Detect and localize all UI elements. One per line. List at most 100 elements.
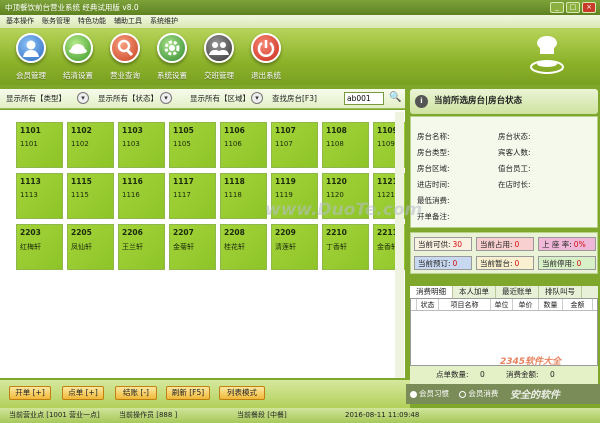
menu-tools[interactable]: 辅助工具 (114, 15, 142, 28)
table-name: 1121 (377, 191, 395, 199)
table-cell[interactable]: 1117 1117 (169, 173, 216, 219)
table-number: 1117 (173, 177, 194, 186)
watermark: www.DuoTe.com (265, 200, 423, 220)
table-cell[interactable]: 2203 红梅轩 (16, 224, 63, 270)
menu-features[interactable]: 特色功能 (78, 15, 106, 28)
table-number: 2206 (122, 228, 143, 237)
menu-account[interactable]: 账务管理 (42, 15, 70, 28)
type-filter[interactable]: 显示所有【类型】 (6, 93, 66, 104)
area-dropdown-icon[interactable]: ▾ (251, 92, 263, 104)
table-number: 1115 (71, 177, 92, 186)
table-number: 1120 (326, 177, 347, 186)
grid-scrollbar[interactable] (395, 112, 404, 378)
business-query-button[interactable]: 营业查询 (100, 33, 150, 83)
table-name: 清莲轩 (275, 243, 296, 251)
checkout-button[interactable]: 结账 [-] (115, 386, 157, 400)
radio-checked-icon (410, 390, 417, 398)
table-name: 金菊轩 (173, 243, 194, 251)
table-name: 1103 (122, 140, 140, 148)
table-cell[interactable]: 1108 1108 (322, 122, 369, 168)
tab-queue[interactable]: 排队叫号 (539, 286, 582, 298)
status-summary: 当前可供: 30 当前占用: 0 上 座 率: 0% 当前预订: 0 当前暂台: 0 当前停用: 0 (410, 232, 598, 274)
current-shop: 当前营业点 [1001 营业一点] (9, 411, 100, 419)
table-cell[interactable]: 2210 丁香轩 (322, 224, 369, 270)
table-number: 1108 (326, 126, 347, 135)
system-settings-button[interactable]: 系统设置 (147, 33, 197, 83)
status-filter[interactable]: 显示所有【状态】 (98, 93, 158, 104)
maximize-button[interactable]: □ (566, 2, 580, 13)
tab-consumption-detail[interactable]: 消费明细 (410, 286, 453, 298)
member-habit-radio[interactable]: 会员习惯 (410, 389, 449, 398)
info-label: 房台名称: (417, 132, 450, 141)
table-name: 丁香轩 (326, 243, 347, 251)
table-cell[interactable]: 1106 1106 (220, 122, 267, 168)
table-number: 1118 (224, 177, 245, 186)
status-box: 当前停用: 0 (538, 256, 596, 270)
table-name: 桂花轩 (224, 243, 245, 251)
status-label: 上 座 率: (542, 240, 572, 249)
tab-my-orders[interactable]: 本人加单 (453, 286, 496, 298)
table-info-panel: 房台名称: 房台类型: 房台区域: 进店时间: 最低消费: 开单备注: 房台状态… (410, 116, 598, 228)
table-cell[interactable]: 2205 凤仙轩 (67, 224, 114, 270)
table-cell[interactable]: 1116 1116 (118, 173, 165, 219)
area-filter[interactable]: 显示所有【区域】 (190, 93, 250, 104)
table-cell[interactable]: 1113 1113 (16, 173, 63, 219)
radio-unchecked-icon (459, 390, 467, 398)
table-cell[interactable]: 1101 1101 (16, 122, 63, 168)
window-title: 中顶餐饮前台营业系统 经典试用版 v8.0 (5, 3, 139, 12)
table-number: 2207 (173, 228, 194, 237)
refresh-button[interactable]: 刷新 [F5] (166, 386, 210, 400)
table-cell[interactable]: 1103 1103 (118, 122, 165, 168)
watermark: 安全的软件 (510, 390, 560, 401)
search-input[interactable] (344, 92, 384, 105)
table-cell[interactable]: 1115 1115 (67, 173, 114, 219)
type-dropdown-icon[interactable]: ▾ (77, 92, 89, 104)
open-table-button[interactable]: 开单 [+] (9, 386, 51, 400)
menu-basic[interactable]: 基本操作 (6, 15, 34, 28)
table-name: 1107 (275, 140, 293, 148)
exit-system-button[interactable]: 退出系统 (241, 33, 291, 83)
close-button[interactable]: × (582, 2, 596, 13)
table-number: 2205 (71, 228, 92, 237)
shift-management-button[interactable]: 交班管理 (194, 33, 244, 83)
search-icon[interactable]: 🔍 (389, 92, 401, 103)
order-amount-value: 0 (550, 370, 555, 379)
magnifier-icon (110, 33, 140, 63)
table-cell[interactable]: 1105 1105 (169, 122, 216, 168)
table-cell[interactable]: 2207 金菊轩 (169, 224, 216, 270)
menu-system[interactable]: 系统维护 (150, 15, 178, 28)
minimize-button[interactable]: _ (550, 2, 564, 13)
member-button[interactable]: 会员管理 (6, 33, 56, 83)
status-box: 当前占用: 0 (476, 237, 534, 251)
search-label: 查找房台[F3] (272, 94, 317, 103)
table-name: 凤仙轩 (71, 243, 92, 251)
info-icon: i (415, 95, 428, 108)
status-value: 0 (514, 240, 520, 249)
checkout-settings-button[interactable]: 结清设置 (53, 33, 103, 83)
column-header: 单价 (513, 299, 539, 310)
status-value: 0% (573, 240, 586, 249)
filter-bar: 显示所有【类型】 ▾ 显示所有【状态】 ▾ 显示所有【区域】 ▾ 查找房台[F3… (0, 89, 405, 109)
order-amount-label: 消费金额: (506, 370, 539, 379)
current-meal: 当前餐段 [中餐] (237, 411, 287, 419)
gear-icon (157, 33, 187, 63)
order-button[interactable]: 点单 [+] (62, 386, 104, 400)
table-cell[interactable]: 2209 清莲轩 (271, 224, 318, 270)
table-cell[interactable]: 1102 1102 (67, 122, 114, 168)
info-label: 房台类型: (417, 148, 450, 157)
status-label: 当前暂台: (480, 259, 513, 268)
table-cell[interactable]: 1107 1107 (271, 122, 318, 168)
table-number: 1103 (122, 126, 143, 135)
table-name: 1101 (20, 140, 38, 148)
table-cell[interactable]: 1118 1118 (220, 173, 267, 219)
tab-recent-bills[interactable]: 最近账单 (496, 286, 539, 298)
table-name: 1113 (20, 191, 38, 199)
table-cell[interactable]: 2208 桂花轩 (220, 224, 267, 270)
table-name: 红梅轩 (20, 243, 41, 251)
status-dropdown-icon[interactable]: ▾ (160, 92, 172, 104)
table-cell[interactable]: 2206 王兰轩 (118, 224, 165, 270)
detail-tabs: 消费明细 本人加单 最近账单 排队叫号 (410, 286, 598, 298)
column-header: 数量 (539, 299, 563, 310)
list-mode-button[interactable]: 列表模式 (219, 386, 265, 400)
member-consumption-radio[interactable]: 会员消费 (459, 389, 498, 398)
